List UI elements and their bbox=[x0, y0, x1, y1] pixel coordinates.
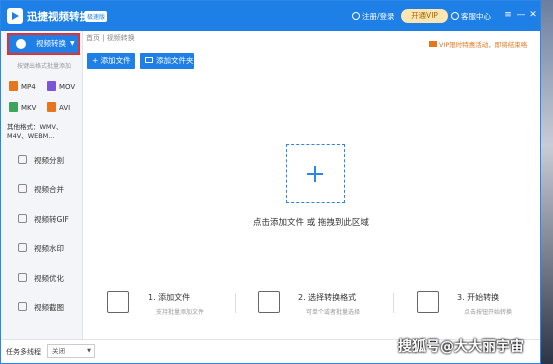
multithread-label: 任务多线程 bbox=[6, 348, 41, 356]
login-label: 注册/登录 bbox=[362, 12, 395, 21]
add-file-icon bbox=[107, 291, 129, 313]
format-label: MP4 bbox=[21, 83, 36, 91]
close-icon[interactable]: ✕ bbox=[527, 9, 539, 21]
mov-icon bbox=[47, 81, 56, 91]
format-label: AVI bbox=[59, 104, 71, 112]
step-desc: 支持批量添加文件 bbox=[156, 309, 205, 316]
other-formats-label: 其他格式：WMV、M4V、WEBM… bbox=[7, 123, 63, 140]
watermark-icon bbox=[18, 243, 27, 252]
add-file-button[interactable]: + 添加文件 bbox=[87, 53, 135, 69]
sidebar-item-label: 视频截图 bbox=[34, 303, 64, 312]
vip-icon bbox=[429, 41, 437, 47]
login-link[interactable]: 注册/登录 bbox=[352, 11, 395, 22]
mp4-icon bbox=[9, 81, 18, 91]
plus-icon-vertical bbox=[314, 166, 316, 182]
app-logo-icon bbox=[7, 8, 23, 24]
multithread-select[interactable]: 关闭 ▼ bbox=[47, 344, 95, 358]
sidebar-item-optimize[interactable]: 视频优化 bbox=[1, 268, 81, 288]
step-title: 3. 开始转换 bbox=[457, 293, 500, 302]
sidebar-item-label: 视频合并 bbox=[34, 185, 64, 194]
step-divider bbox=[393, 293, 394, 313]
desktop-background bbox=[540, 0, 553, 364]
convert-label: 视频转换 bbox=[36, 39, 66, 48]
other-formats[interactable]: 其他格式：WMV、M4V、WEBM… bbox=[7, 123, 79, 141]
sidebar-item-label: 视频分割 bbox=[34, 156, 64, 165]
add-folder-button[interactable]: 添加文件夹 bbox=[140, 53, 194, 69]
merge-icon bbox=[18, 184, 27, 193]
sidebar-item-label: 视频转GIF bbox=[34, 215, 69, 224]
convert-icon bbox=[16, 39, 26, 49]
headset-icon bbox=[451, 12, 459, 20]
split-icon bbox=[18, 155, 27, 164]
sidebar-item-gif[interactable]: 视频转GIF bbox=[1, 209, 81, 229]
sidebar-item-split[interactable]: 视频分割 bbox=[1, 150, 81, 170]
format-avi[interactable]: AVI bbox=[47, 102, 70, 112]
step-title: 2. 选择转换格式 bbox=[298, 293, 357, 302]
breadcrumb: 首页 | 视频转换 bbox=[86, 34, 135, 42]
convert-format-icon bbox=[258, 291, 280, 313]
avi-icon bbox=[47, 102, 56, 112]
step-divider bbox=[235, 293, 236, 313]
promo-label: VIP限时特惠活动，即将结束咯 bbox=[439, 41, 528, 49]
gif-icon bbox=[18, 214, 27, 223]
add-folder-label: 添加文件夹 bbox=[156, 56, 194, 65]
format-label: MOV bbox=[59, 83, 76, 91]
optimize-icon bbox=[18, 273, 27, 282]
sidebar-item-label: 视频水印 bbox=[34, 244, 64, 253]
sidebar-item-watermark[interactable]: 视频水印 bbox=[1, 238, 81, 258]
user-icon bbox=[352, 12, 360, 20]
vip-button[interactable]: 开通VIP bbox=[401, 9, 448, 23]
format-label: MKV bbox=[21, 104, 37, 112]
promo-banner[interactable]: VIP限时特惠活动，即将结束咯 bbox=[429, 39, 527, 49]
folder-icon bbox=[145, 57, 153, 63]
step-desc: 可单个或者批量选择 bbox=[306, 309, 361, 316]
format-mov[interactable]: MOV bbox=[47, 81, 75, 91]
drop-zone[interactable] bbox=[286, 144, 345, 203]
video-convert-button[interactable]: 视频转换 ▼ bbox=[7, 33, 80, 55]
format-hint: 按键出格式批量添加 bbox=[17, 63, 72, 70]
select-value: 关闭 bbox=[52, 347, 65, 355]
minimize-icon[interactable]: — bbox=[515, 9, 527, 21]
menu-icon[interactable]: ≡ bbox=[502, 9, 514, 21]
chevron-down-icon: ▼ bbox=[70, 40, 75, 47]
step-desc: 点击按钮开始转换 bbox=[464, 309, 513, 316]
sidebar-item-merge[interactable]: 视频合并 bbox=[1, 179, 81, 199]
service-center-link[interactable]: 客服中心 bbox=[451, 11, 491, 22]
screenshot-icon bbox=[18, 302, 27, 311]
chevron-down-icon: ▼ bbox=[87, 348, 91, 354]
app-window: 迅捷视频转换器 极速版 注册/登录 开通VIP 客服中心 ≡ — ✕ 视频转换 … bbox=[0, 0, 541, 364]
sidebar-item-label: 视频优化 bbox=[34, 274, 64, 283]
start-convert-icon bbox=[417, 291, 439, 313]
edition-badge: 极速版 bbox=[85, 11, 108, 22]
format-mp4[interactable]: MP4 bbox=[9, 81, 36, 91]
service-label: 客服中心 bbox=[461, 12, 491, 21]
watermark: 搜狐号@大大丽宇宙 bbox=[398, 339, 524, 355]
mkv-icon bbox=[9, 102, 18, 112]
step-title: 1. 添加文件 bbox=[148, 293, 191, 302]
drop-zone-text: 点击添加文件 或 拖拽到此区域 bbox=[253, 218, 369, 228]
sidebar-item-screenshot[interactable]: 视频截图 bbox=[1, 297, 81, 317]
format-mkv[interactable]: MKV bbox=[9, 102, 36, 112]
title-bar: 迅捷视频转换器 极速版 注册/登录 开通VIP 客服中心 ≡ — ✕ bbox=[1, 1, 540, 31]
sidebar: 视频转换 ▼ 按键出格式批量添加 MP4 MOV MKV AVI 其他格式：WM… bbox=[1, 31, 83, 339]
